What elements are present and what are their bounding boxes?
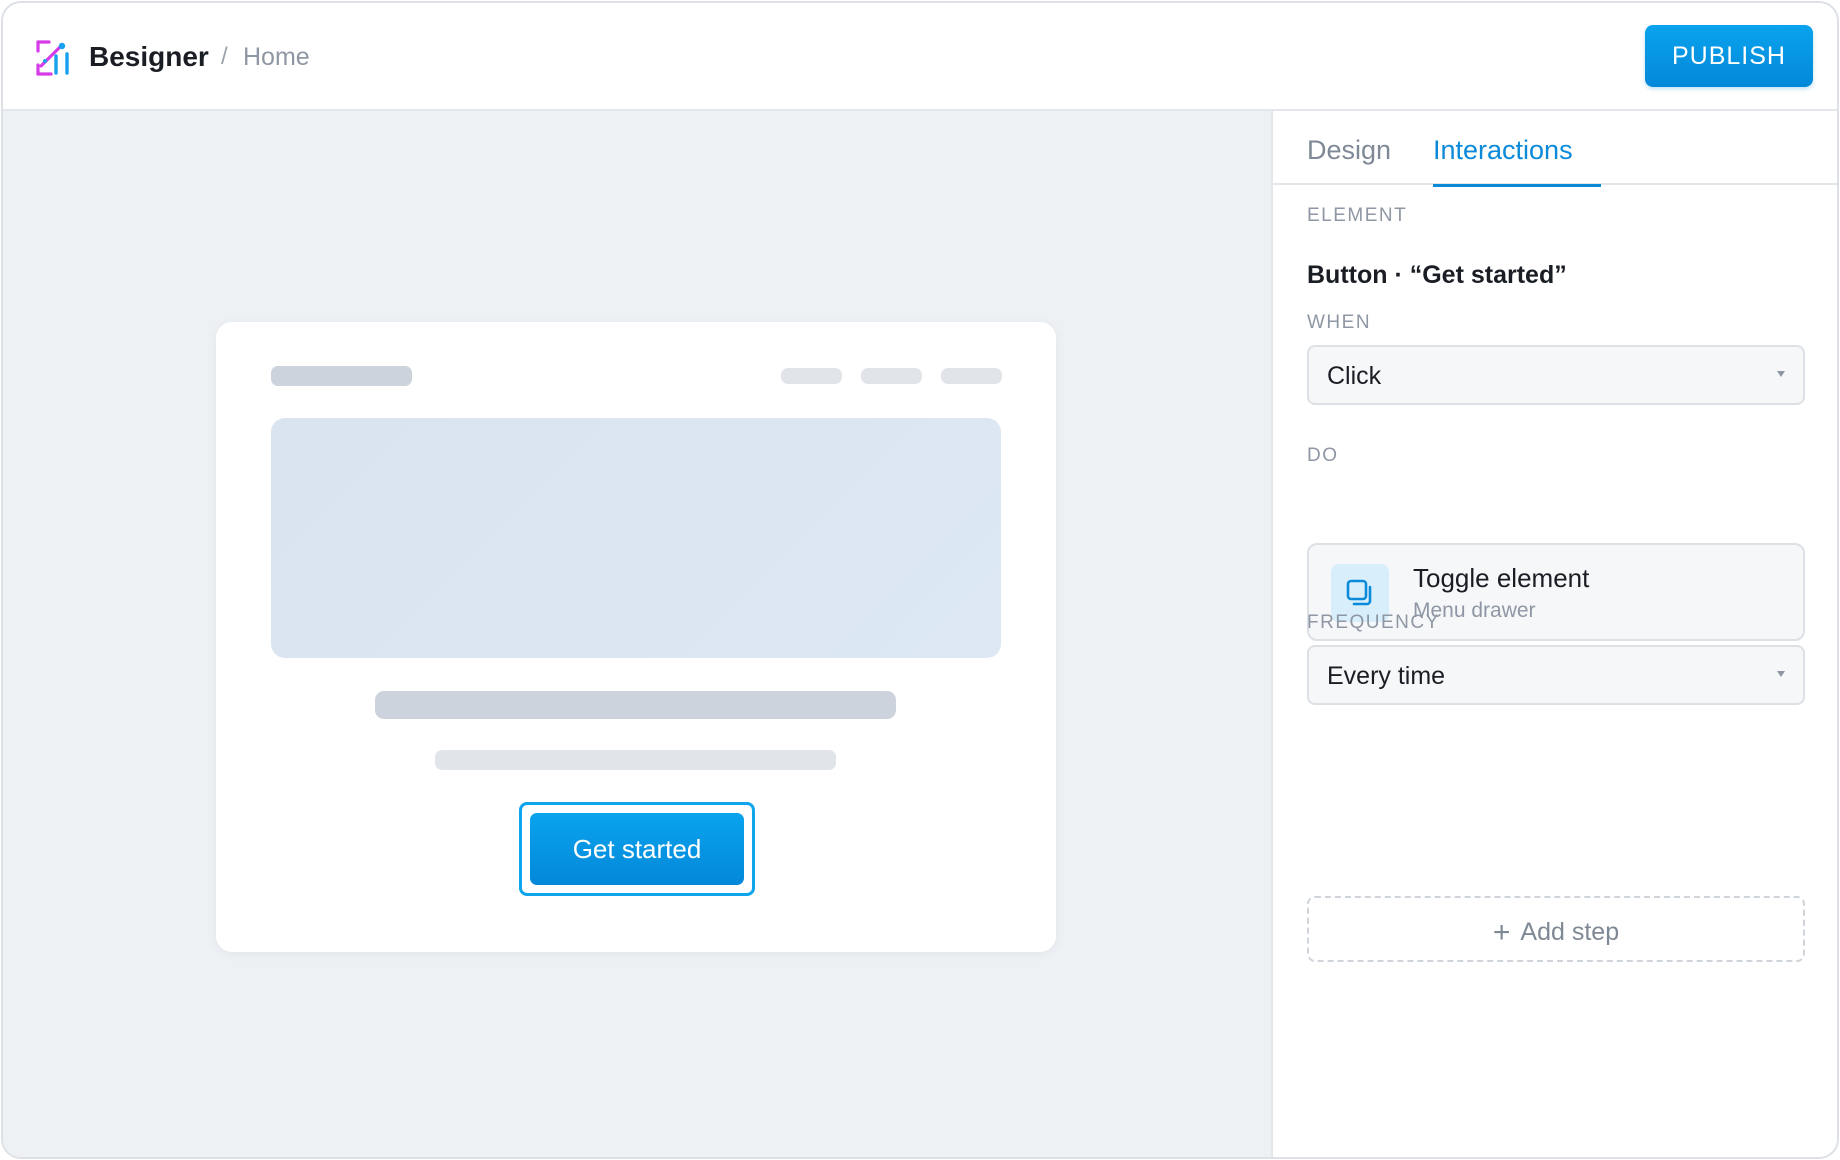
add-step-content: + Add step — [1309, 916, 1803, 950]
add-step-button[interactable]: + Add step — [1307, 896, 1805, 962]
frequency-value: Every time — [1327, 662, 1446, 690]
when-trigger-select[interactable]: Click — [1307, 345, 1805, 405]
do-section-label: DO — [1307, 445, 1339, 466]
frequency-section-label: FREQUENCY — [1307, 612, 1440, 633]
when-trigger-value: Click — [1327, 362, 1382, 390]
chevron-down-icon — [1777, 371, 1785, 377]
design-canvas[interactable]: Get started — [3, 111, 1271, 1157]
breadcrumb-page[interactable]: Home — [243, 43, 310, 72]
top-bar: Besigner / Home PUBLISH — [3, 3, 1837, 111]
get-started-button[interactable]: Get started — [530, 813, 744, 885]
when-section-label: WHEN — [1307, 312, 1372, 333]
frequency-select[interactable]: Every time — [1307, 645, 1805, 705]
action-title: Toggle element — [1413, 563, 1590, 593]
tab-design[interactable]: Design — [1307, 135, 1391, 184]
skeleton-logo — [271, 366, 412, 386]
skeleton-hero-image — [271, 418, 1001, 658]
page-preview-card[interactable]: Get started — [216, 322, 1056, 952]
chevron-down-icon — [1777, 671, 1785, 677]
skeleton-nav-item — [941, 368, 1002, 384]
logo-icon[interactable] — [35, 39, 73, 77]
skeleton-nav-item — [861, 368, 922, 384]
plus-icon: + — [1492, 916, 1511, 949]
skeleton-heading — [375, 691, 896, 719]
breadcrumb-separator: / — [221, 43, 228, 70]
panel-tabs: Design Interactions — [1273, 111, 1837, 187]
selected-element-name: Button · “Get started” — [1307, 261, 1567, 289]
skeleton-subheading — [435, 750, 836, 770]
app-name: Besigner — [89, 41, 209, 72]
tab-interactions[interactable]: Interactions — [1433, 135, 1601, 187]
add-step-label: Add step — [1520, 918, 1620, 946]
publish-button[interactable]: PUBLISH — [1645, 25, 1813, 87]
element-section-label: ELEMENT — [1307, 205, 1408, 226]
properties-panel: Design Interactions ELEMENT Button · “Ge… — [1271, 111, 1837, 1157]
app-window: Besigner / Home PUBLISH Get started Desi… — [1, 1, 1839, 1159]
skeleton-nav-item — [781, 368, 842, 384]
